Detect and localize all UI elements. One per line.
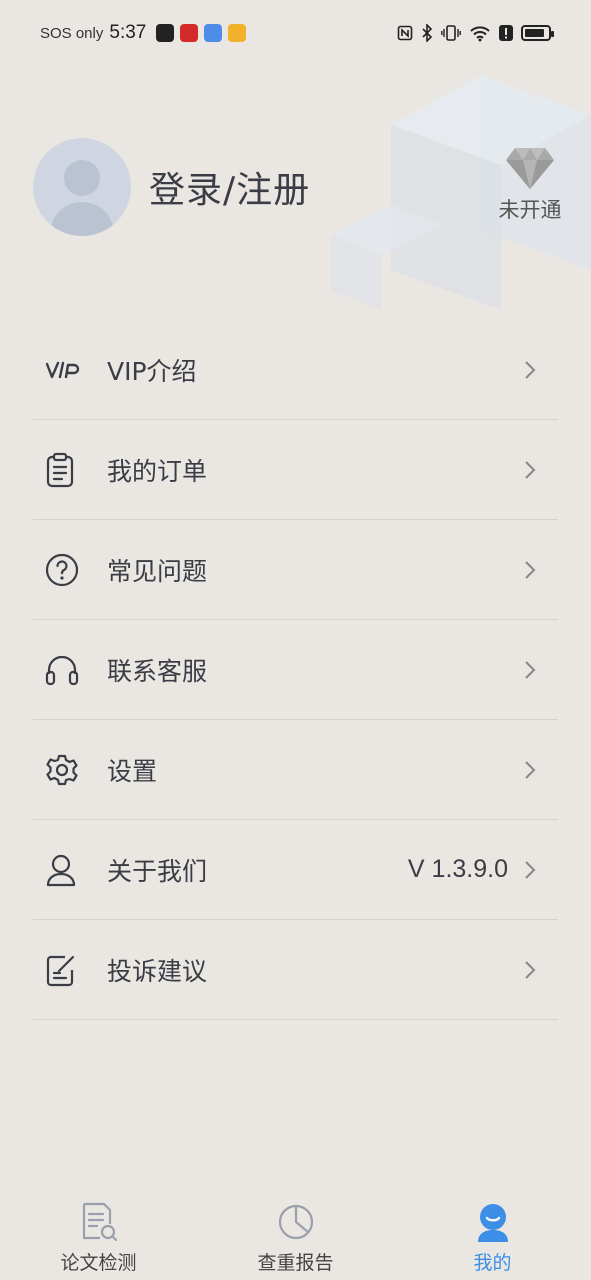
menu-item-orders[interactable]: 我的订单 <box>33 420 558 520</box>
tab-label: 我的 <box>473 1252 512 1274</box>
vip-icon <box>45 361 80 378</box>
status-left: SOS only 5:37 <box>40 22 247 44</box>
status-right <box>397 24 554 42</box>
menu-item-label: 投诉建议 <box>107 956 208 986</box>
notification-app-icon <box>204 24 223 42</box>
chevron-right-icon <box>520 360 540 380</box>
battery-icon <box>521 25 554 41</box>
bluetooth-icon <box>422 24 433 42</box>
nfc-icon <box>397 25 413 41</box>
chevron-right-icon <box>520 960 540 980</box>
default-avatar-icon <box>49 160 115 236</box>
tab-paper-check[interactable]: 论文检测 <box>0 1198 197 1280</box>
status-bar: SOS only 5:37 <box>0 0 591 66</box>
clock: 5:37 <box>109 22 147 43</box>
login-register-link[interactable]: 登录/注册 <box>149 161 310 213</box>
gear-icon <box>46 754 78 785</box>
chevron-right-icon <box>520 460 540 480</box>
document-search-icon <box>82 1202 117 1242</box>
notification-app-icon <box>156 24 175 42</box>
chevron-right-icon <box>520 860 540 880</box>
menu-item-label: 设置 <box>107 756 158 786</box>
profile-header[interactable]: 登录/注册 <box>33 138 310 236</box>
menu-item-label: 关于我们 <box>107 856 208 886</box>
alert-icon <box>499 25 513 41</box>
menu-item-label: 我的订单 <box>107 456 208 486</box>
menu-item-label: 常见问题 <box>107 556 208 586</box>
diamond-icon <box>506 148 554 189</box>
tab-mine[interactable]: 我的 <box>394 1198 591 1280</box>
menu-item-label: 联系客服 <box>107 656 208 686</box>
headset-icon <box>45 655 79 685</box>
notification-app-icon <box>180 24 199 42</box>
pie-chart-icon <box>278 1204 313 1240</box>
vip-status-label: 未开通 <box>498 198 562 222</box>
bottom-nav: 论文检测 查重报告 我的 <box>0 1198 591 1280</box>
chevron-right-icon <box>520 560 540 580</box>
app-version-text: V 1.3.9.0 <box>407 855 508 883</box>
wifi-icon <box>470 26 490 42</box>
menu-item-feedback[interactable]: 投诉建议 <box>33 920 558 1020</box>
clipboard-icon <box>46 452 74 487</box>
vip-status[interactable]: 未开通 <box>493 146 567 224</box>
user-icon <box>477 1204 508 1242</box>
menu-item-vip[interactable]: VIP介绍 <box>33 320 558 420</box>
carrier-text: SOS only <box>40 24 104 42</box>
tab-label: 论文检测 <box>60 1252 137 1274</box>
menu-item-customer-service[interactable]: 联系客服 <box>33 620 558 720</box>
tab-report[interactable]: 查重报告 <box>197 1198 394 1280</box>
settings-menu: VIP介绍 我的订单 常见问题 联系客服 设置 关于我们 V 1.3.9.0 投… <box>33 320 558 1020</box>
chevron-right-icon <box>520 660 540 680</box>
menu-item-settings[interactable]: 设置 <box>33 720 558 820</box>
avatar[interactable] <box>33 138 131 236</box>
menu-item-label: VIP介绍 <box>107 356 197 386</box>
menu-item-faq[interactable]: 常见问题 <box>33 520 558 620</box>
person-icon <box>46 854 76 886</box>
notification-app-icon <box>228 24 247 42</box>
question-icon <box>45 553 79 586</box>
chevron-right-icon <box>520 760 540 780</box>
tab-label: 查重报告 <box>257 1252 334 1274</box>
edit-icon <box>46 955 75 986</box>
menu-item-about[interactable]: 关于我们 V 1.3.9.0 <box>33 820 558 920</box>
vibrate-icon <box>441 25 461 41</box>
